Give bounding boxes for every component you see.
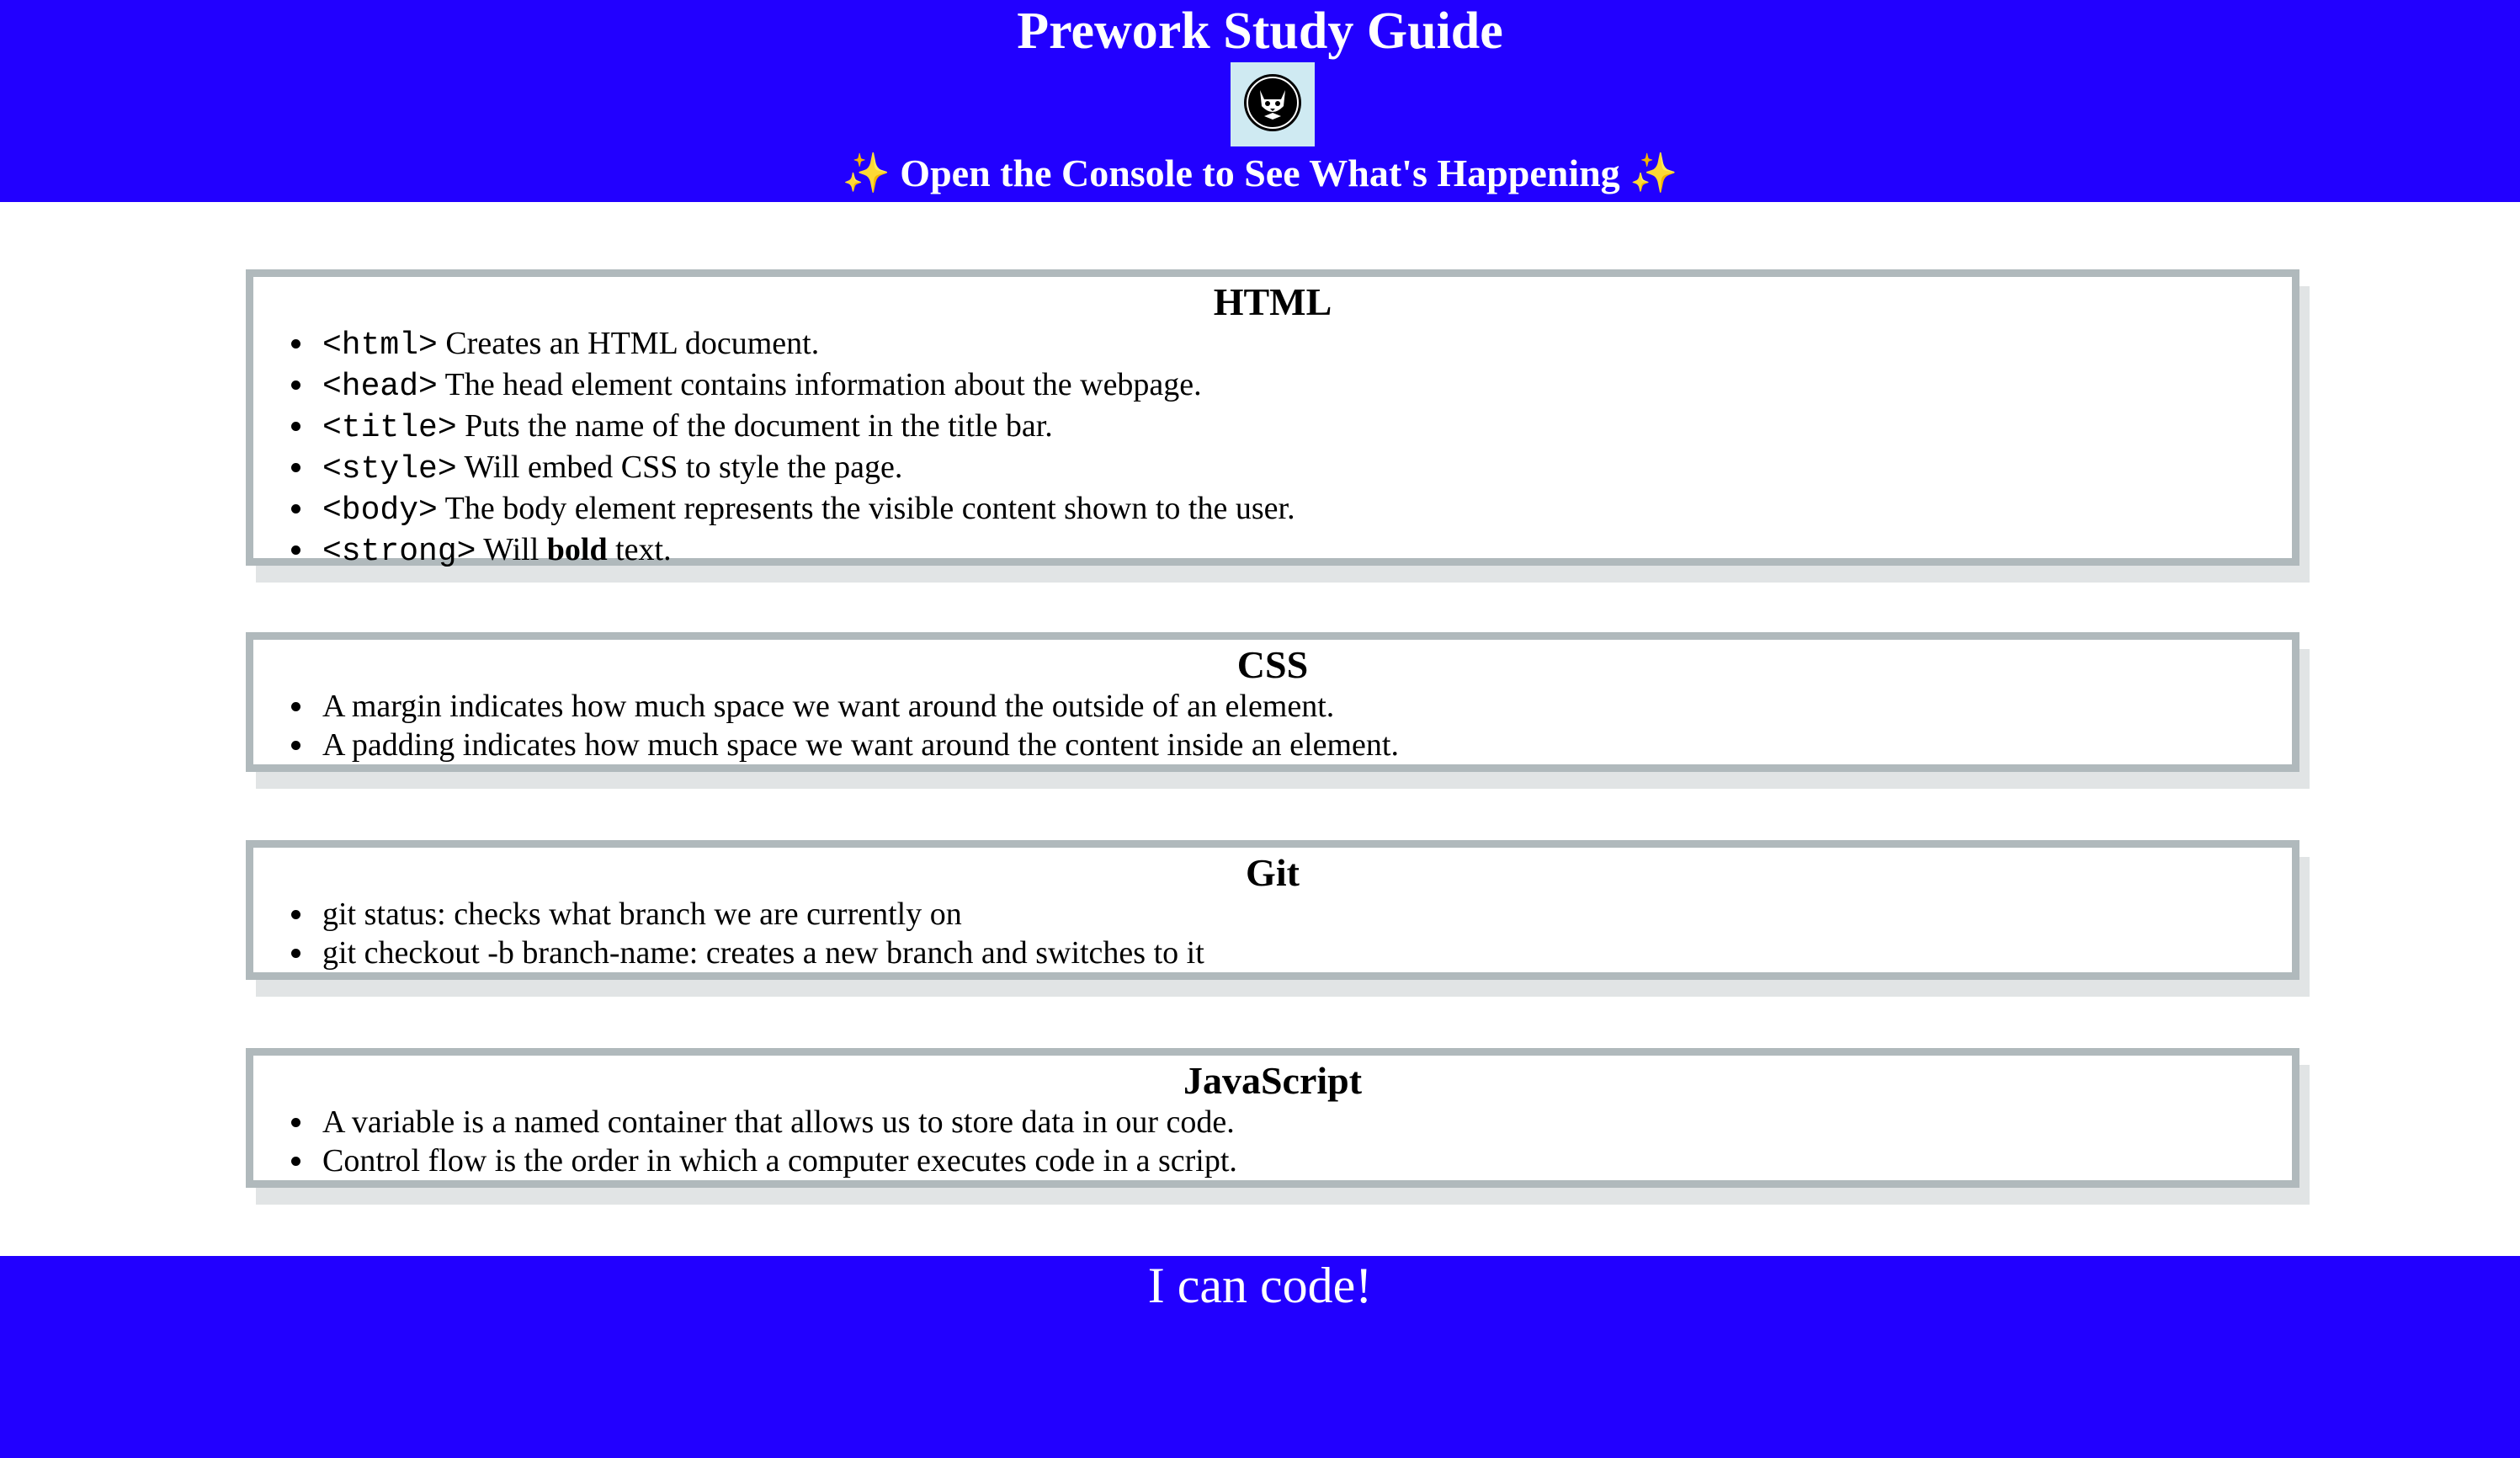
page-header: Prework Study Guide ✨ Open the Console t… <box>0 0 2520 202</box>
list-item-text: Creates an HTML document. <box>445 326 820 361</box>
list-item-text: The body element represents the visible … <box>444 491 1295 526</box>
code-tag: <head> <box>322 369 438 405</box>
css-section: CSS A margin indicates how much space we… <box>246 632 2299 772</box>
html-section: HTML <html> Creates an HTML document. <h… <box>246 269 2299 570</box>
bold-text: bold <box>546 532 608 567</box>
section-title: CSS <box>1236 643 1309 686</box>
console-hint-text: Open the Console to See What's Happening <box>900 152 1620 194</box>
list-item: <head> The head element contains informa… <box>291 365 2292 407</box>
section-title: JavaScript <box>1183 1059 1363 1102</box>
section-title: HTML <box>1213 280 1332 323</box>
footer-text: I can code! <box>1147 1258 1373 1313</box>
html-list: <html> Creates an HTML document. <head> … <box>253 324 2292 572</box>
list-item-text: text. <box>615 532 672 567</box>
cat-logo-svg <box>1244 74 1301 131</box>
javascript-section: JavaScript A variable is a named contain… <box>246 1048 2299 1188</box>
page-title: Prework Study Guide <box>1017 3 1503 60</box>
list-item-text: The head element contains information ab… <box>444 367 1202 402</box>
sparkle-icon: ✨ <box>842 152 891 194</box>
sparkle-icon: ✨ <box>1629 152 1678 194</box>
code-tag: <style> <box>322 451 457 487</box>
list-item: Control flow is the order in which a com… <box>291 1141 2292 1180</box>
list-item-text: Will <box>483 532 540 567</box>
page-footer: I can code! <box>0 1256 2520 1458</box>
list-item: <style> Will embed CSS to style the page… <box>291 448 2292 489</box>
code-tag: <body> <box>322 492 438 529</box>
list-item: <html> Creates an HTML document. <box>291 324 2292 365</box>
git-section: Git git status: checks what branch we ar… <box>246 840 2299 980</box>
list-item: <body> The body element represents the v… <box>291 489 2292 530</box>
cat-logo-icon <box>1231 62 1315 146</box>
list-item: A variable is a named container that all… <box>291 1103 2292 1141</box>
list-item: <title> Puts the name of the document in… <box>291 407 2292 448</box>
list-item-text: Puts the name of the document in the tit… <box>465 408 1053 444</box>
list-item: git status: checks what branch we are cu… <box>291 895 2292 934</box>
list-item: git checkout -b branch-name: creates a n… <box>291 934 2292 972</box>
code-tag: <strong> <box>322 534 476 570</box>
list-item: <strong> Will bold text. <box>291 530 2292 572</box>
code-tag: <title> <box>322 410 457 446</box>
git-list: git status: checks what branch we are cu… <box>253 895 2292 972</box>
code-tag: <html> <box>322 327 438 364</box>
javascript-list: A variable is a named container that all… <box>253 1103 2292 1180</box>
section-title: Git <box>1246 851 1300 894</box>
list-item: A padding indicates how much space we wa… <box>291 726 2292 764</box>
list-item: A margin indicates how much space we wan… <box>291 687 2292 726</box>
list-item-text: Will embed CSS to style the page. <box>464 450 903 485</box>
css-list: A margin indicates how much space we wan… <box>253 687 2292 764</box>
console-hint: ✨ Open the Console to See What's Happeni… <box>0 150 2520 197</box>
